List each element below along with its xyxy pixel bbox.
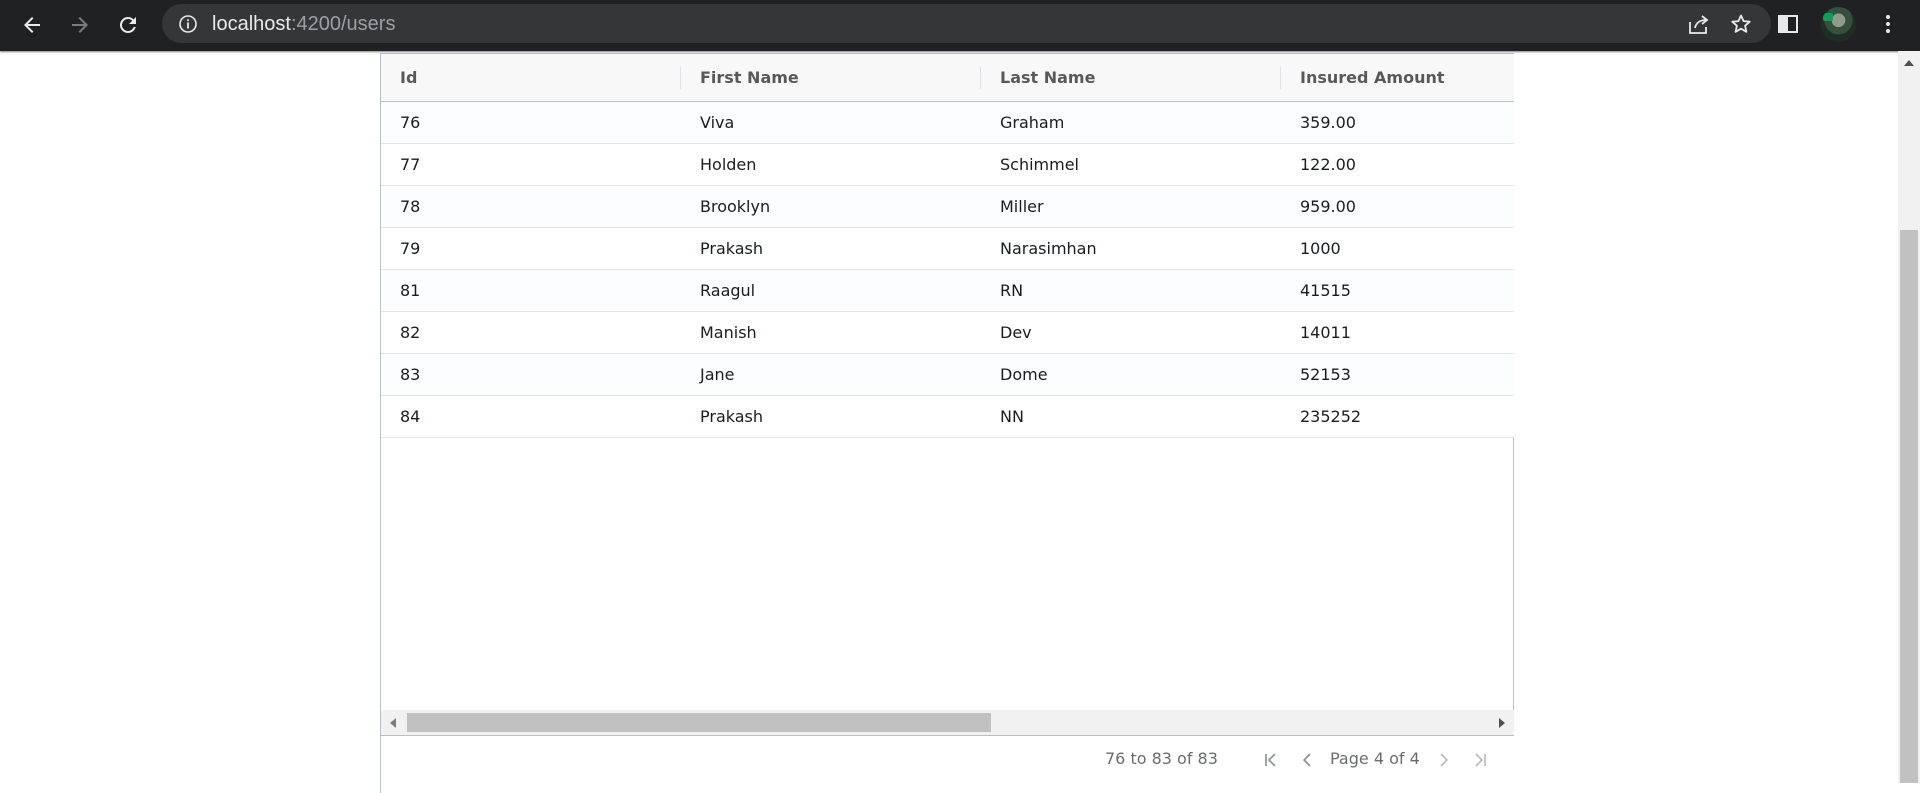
cell-id[interactable]: 79 xyxy=(381,228,420,269)
cell-last-name[interactable]: Dome xyxy=(981,354,1048,395)
cell-first-name[interactable]: Viva xyxy=(681,102,734,143)
table-row[interactable]: 76 Viva Graham 359.00 xyxy=(381,102,1514,144)
cell-last-name[interactable]: Dev xyxy=(981,312,1032,353)
table-row[interactable]: 77 Holden Schimmel 122.00 xyxy=(381,144,1514,186)
cell-first-name[interactable]: Prakash xyxy=(681,228,763,269)
forward-arrow-icon xyxy=(72,17,88,33)
horizontal-scrollbar-thumb[interactable] xyxy=(407,713,991,732)
previous-page-icon[interactable] xyxy=(1298,751,1316,769)
address-bar[interactable]: localhost:4200/users xyxy=(162,4,1771,43)
page-indicator: Page 4 of 4 xyxy=(1330,749,1420,768)
browser-toolbar: localhost:4200/users xyxy=(0,0,1920,51)
scroll-right-arrow-icon[interactable] xyxy=(1499,718,1505,728)
back-button[interactable] xyxy=(15,8,49,42)
users-grid: Id First Name Last Name Insured Amount 7… xyxy=(380,53,1514,793)
last-page-icon[interactable] xyxy=(1471,751,1489,769)
cell-last-name[interactable]: RN xyxy=(981,270,1023,311)
next-page-icon[interactable] xyxy=(1435,751,1453,769)
table-row[interactable]: 82 Manish Dev 14011 xyxy=(381,312,1514,354)
cell-first-name[interactable]: Jane xyxy=(681,354,735,395)
side-panel-icon[interactable] xyxy=(1776,12,1800,36)
cell-insured-amount[interactable]: 52153 xyxy=(1281,354,1351,395)
url-path: :4200/users xyxy=(290,13,396,35)
row-summary: 76 to 83 of 83 xyxy=(1105,749,1218,768)
cell-insured-amount[interactable]: 959.00 xyxy=(1281,186,1356,227)
table-row[interactable]: 79 Prakash Narasimhan 1000 xyxy=(381,228,1514,270)
table-row[interactable]: 84 Prakash NN 235252 xyxy=(381,396,1514,438)
cell-first-name[interactable]: Raagul xyxy=(681,270,755,311)
column-header-id[interactable]: Id xyxy=(381,54,681,102)
cell-id[interactable]: 84 xyxy=(381,396,420,437)
info-icon[interactable] xyxy=(178,14,198,34)
cell-last-name[interactable]: Miller xyxy=(981,186,1044,227)
cell-insured-amount[interactable]: 41515 xyxy=(1281,270,1351,311)
scroll-up-arrow-icon[interactable] xyxy=(1904,60,1914,66)
cell-insured-amount[interactable]: 359.00 xyxy=(1281,102,1356,143)
cell-id[interactable]: 82 xyxy=(381,312,420,353)
table-row[interactable]: 78 Brooklyn Miller 959.00 xyxy=(381,186,1514,228)
cell-first-name[interactable]: Brooklyn xyxy=(681,186,770,227)
grid-header: Id First Name Last Name Insured Amount xyxy=(381,53,1514,102)
cell-last-name[interactable]: Schimmel xyxy=(981,144,1079,185)
cell-insured-amount[interactable]: 122.00 xyxy=(1281,144,1356,185)
cell-last-name[interactable]: Graham xyxy=(981,102,1064,143)
url-host: localhost xyxy=(212,13,291,35)
reload-icon xyxy=(119,16,136,33)
reload-button[interactable] xyxy=(111,8,145,42)
cell-first-name[interactable]: Holden xyxy=(681,144,756,185)
share-icon[interactable] xyxy=(1687,13,1711,35)
column-header-first-name[interactable]: First Name xyxy=(681,54,981,102)
profile-avatar[interactable] xyxy=(1821,7,1856,42)
cell-id[interactable]: 81 xyxy=(381,270,420,311)
scroll-left-arrow-icon[interactable] xyxy=(390,718,396,728)
column-header-insured-amount[interactable]: Insured Amount xyxy=(1281,54,1514,102)
table-row[interactable]: 83 Jane Dome 52153 xyxy=(381,354,1514,396)
cell-last-name[interactable]: NN xyxy=(981,396,1024,437)
horizontal-scrollbar[interactable] xyxy=(381,710,1514,735)
pagination-panel: 76 to 83 of 83 Page 4 of 4 xyxy=(381,735,1514,793)
cell-first-name[interactable]: Manish xyxy=(681,312,757,353)
cell-insured-amount[interactable]: 235252 xyxy=(1281,396,1361,437)
cell-id[interactable]: 78 xyxy=(381,186,420,227)
cell-id[interactable]: 83 xyxy=(381,354,420,395)
cell-id[interactable]: 77 xyxy=(381,144,420,185)
cell-first-name[interactable]: Prakash xyxy=(681,396,763,437)
page-scrollbar-thumb[interactable] xyxy=(1900,230,1918,783)
cell-insured-amount[interactable]: 1000 xyxy=(1281,228,1341,269)
avatar-badge xyxy=(1823,13,1833,21)
cell-insured-amount[interactable]: 14011 xyxy=(1281,312,1351,353)
star-icon[interactable] xyxy=(1729,12,1753,36)
kebab-menu-icon[interactable] xyxy=(1876,12,1900,36)
back-arrow-icon xyxy=(24,17,40,33)
table-row[interactable]: 81 Raagul RN 41515 xyxy=(381,270,1514,312)
cell-last-name[interactable]: Narasimhan xyxy=(981,228,1097,269)
first-page-icon[interactable] xyxy=(1262,751,1280,769)
cell-id[interactable]: 76 xyxy=(381,102,420,143)
column-header-last-name[interactable]: Last Name xyxy=(981,54,1281,102)
url-text[interactable]: localhost:4200/users xyxy=(212,13,395,36)
forward-button[interactable] xyxy=(63,8,97,42)
